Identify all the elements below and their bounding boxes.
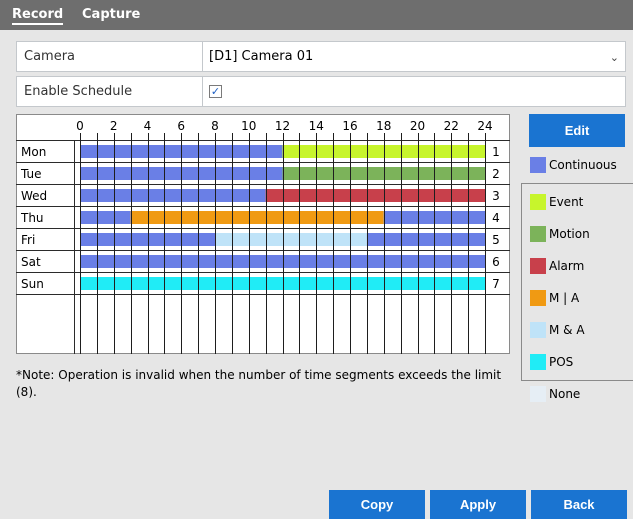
back-button[interactable]: Back: [531, 490, 627, 519]
legend-label-m-or-a: M | A: [549, 291, 580, 305]
segment-sat-continuous: [80, 255, 485, 268]
segment-fri-continuous: [80, 233, 215, 246]
legend-swatch-event: [530, 194, 546, 210]
camera-row: Camera [D1] Camera 01 ⌄: [16, 41, 626, 72]
row-number-4: 4: [492, 211, 500, 225]
row-number-1: 1: [492, 145, 500, 159]
row-number-3: 3: [492, 189, 500, 203]
legend-label-event: Event: [549, 195, 584, 209]
apply-button[interactable]: Apply: [430, 490, 526, 519]
legend-label-continuous: Continuous: [549, 158, 617, 172]
legend-label-alarm: Alarm: [549, 259, 585, 273]
enable-schedule-row: Enable Schedule ✓: [16, 76, 626, 107]
tab-capture[interactable]: Capture: [82, 0, 140, 30]
segment-mon-event: [282, 145, 485, 158]
day-label-tue: Tue: [20, 167, 42, 181]
camera-select-value: [D1] Camera 01: [209, 49, 314, 64]
legend-label-m-and-a: M & A: [549, 323, 585, 337]
hour-label-12: 12: [275, 119, 290, 133]
hour-label-6: 6: [177, 119, 185, 133]
day-label-wed: Wed: [21, 189, 47, 203]
hour-label-4: 4: [144, 119, 152, 133]
camera-label: Camera: [17, 42, 203, 71]
schedule-grid[interactable]: Mon 1Tue 2Wed 3Thu 4Fri 5Sat 6Sun 70 2 4 6 8 10 12 14 1…: [16, 114, 510, 354]
segment-thu-continuous: [80, 211, 131, 224]
legend-swatch-m-and-a: [530, 322, 546, 338]
enable-schedule-label: Enable Schedule: [17, 77, 203, 106]
segment-wed-continuous: [80, 189, 266, 202]
enable-schedule-checkbox[interactable]: ✓: [209, 85, 222, 98]
hour-label-20: 20: [410, 119, 425, 133]
copy-button[interactable]: Copy: [329, 490, 425, 519]
legend-swatch-continuous: [530, 157, 546, 173]
row-number-5: 5: [492, 233, 500, 247]
checkmark-icon: ✓: [210, 85, 221, 98]
edit-button[interactable]: Edit: [529, 114, 625, 147]
hour-label-22: 22: [444, 119, 459, 133]
camera-select[interactable]: [D1] Camera 01 ⌄: [204, 42, 625, 71]
segment-limit-note: *Note: Operation is invalid when the num…: [16, 368, 502, 399]
legend-frame: [521, 183, 633, 381]
hour-label-18: 18: [376, 119, 391, 133]
hour-label-2: 2: [110, 119, 118, 133]
day-label-thu: Thu: [20, 211, 44, 225]
legend-swatch-m-or-a: [530, 290, 546, 306]
day-label-mon: Mon: [21, 145, 46, 159]
segment-sun-pos: [80, 277, 485, 290]
tab-bar: Record Capture: [0, 0, 633, 30]
row-number-2: 2: [492, 167, 500, 181]
tab-record[interactable]: Record: [12, 0, 64, 30]
day-label-fri: Fri: [21, 233, 35, 247]
legend-swatch-none: [530, 386, 546, 402]
hour-label-14: 14: [309, 119, 324, 133]
row-number-6: 6: [492, 255, 500, 269]
day-label-sat: Sat: [21, 255, 41, 269]
hour-label-24: 24: [477, 119, 492, 133]
row-number-7: 7: [492, 277, 500, 291]
hour-label-8: 8: [211, 119, 219, 133]
hour-label-10: 10: [241, 119, 256, 133]
day-label-sun: Sun: [21, 277, 44, 291]
hour-label-16: 16: [342, 119, 357, 133]
enable-schedule-cell: ✓: [204, 77, 625, 106]
chevron-down-icon: ⌄: [609, 51, 619, 64]
legend-swatch-motion: [530, 226, 546, 242]
segment-wed-alarm: [265, 189, 485, 202]
legend-label-none: None: [549, 387, 581, 401]
segment-tue-motion: [282, 167, 485, 180]
legend-swatch-alarm: [530, 258, 546, 274]
legend-label-motion: Motion: [549, 227, 590, 241]
segment-fri-m_and_a: [215, 233, 367, 246]
segment-thu-m_or_a: [130, 211, 384, 224]
hour-label-0: 0: [76, 119, 84, 133]
legend-label-pos: POS: [549, 355, 574, 369]
legend-swatch-pos: [530, 354, 546, 370]
